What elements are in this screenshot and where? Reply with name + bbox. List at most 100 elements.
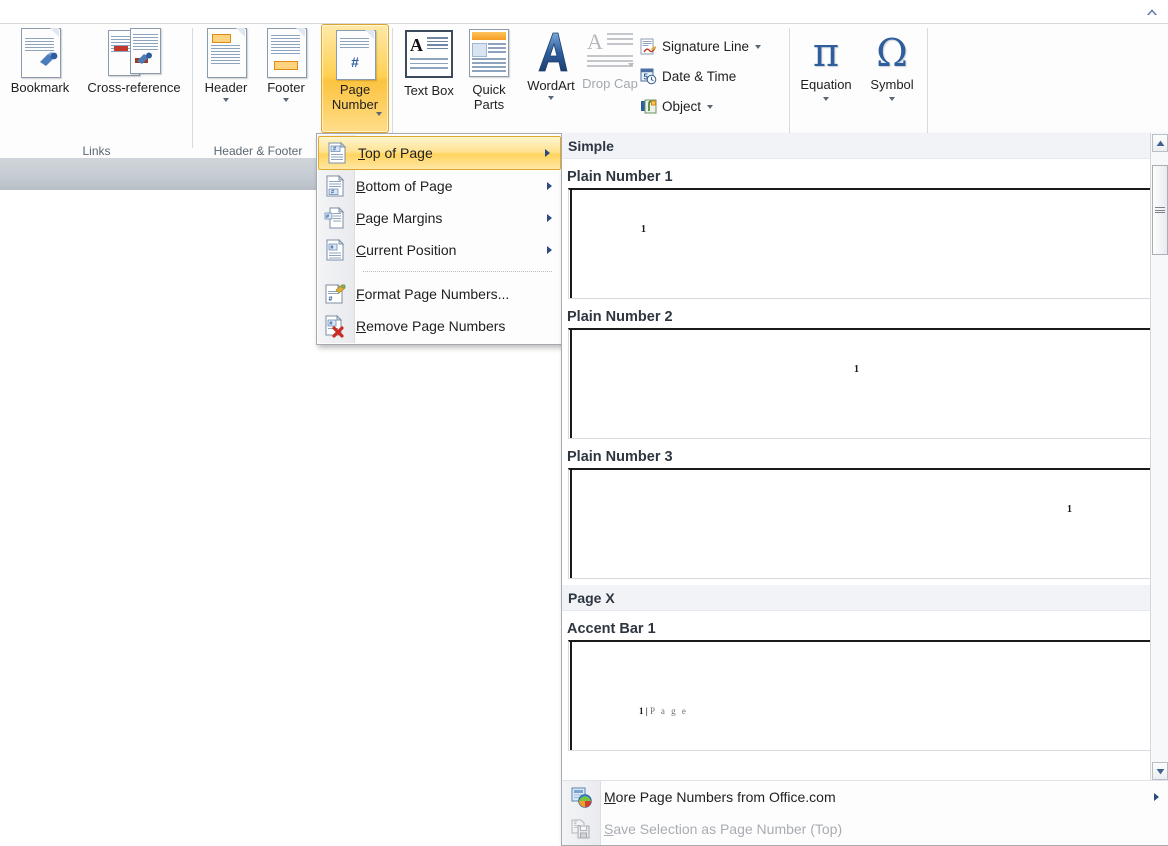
thumb-left-edge <box>570 330 572 438</box>
bookmark-icon <box>21 28 61 78</box>
label-rest: age Margins <box>365 210 443 226</box>
chevron-down-icon[interactable] <box>755 44 762 49</box>
header-button-label: Header <box>204 80 248 95</box>
gallery-item-plain-number-3[interactable]: 1 <box>568 468 1164 579</box>
svg-text:#: # <box>330 245 333 251</box>
drop-cap-button-label: Drop Cap <box>582 76 638 91</box>
label-rest: ormat Page Numbers... <box>364 286 510 302</box>
text-box-button-label: Text Box <box>404 83 454 98</box>
header-button[interactable]: Header <box>196 24 256 102</box>
drop-cap-button[interactable]: A Drop Cap <box>582 24 638 92</box>
chevron-down-icon[interactable] <box>548 96 554 100</box>
gallery-entry-name: Plain Number 3 <box>567 449 673 465</box>
svg-text:#: # <box>326 214 329 220</box>
thumb-left-edge <box>570 470 572 578</box>
menu-item-remove-page-numbers-label: Remove Page Numbers <box>356 318 506 334</box>
chevron-down-icon[interactable] <box>283 98 289 102</box>
date-time-command[interactable]: 5 Date & Time <box>640 68 736 85</box>
svg-text:#: # <box>329 321 332 327</box>
menu-item-top-of-page[interactable]: # Top of Page <box>318 136 561 170</box>
object-icon <box>640 98 657 115</box>
footer-icon <box>267 28 307 78</box>
page-number-bottom-icon: # <box>323 174 347 198</box>
office-online-icon <box>570 786 592 808</box>
ribbon-group-links: Bookmark Cross-reference Links <box>0 24 193 158</box>
label-rest: urrent Position <box>366 242 457 258</box>
chevron-down-icon[interactable] <box>823 97 829 101</box>
gallery-entry-name: Plain Number 1 <box>567 169 673 185</box>
menu-item-format-page-numbers[interactable]: # Format Page Numbers... <box>317 278 562 310</box>
label-rest: ave Selection as Page Number (Top) <box>613 821 843 837</box>
submenu-arrow-icon <box>547 182 552 190</box>
scroll-thumb-grip-icon <box>1155 206 1165 215</box>
menu-item-top-of-page-label: Top of Page <box>358 145 433 161</box>
ribbon-top-strip <box>0 0 1168 24</box>
gallery-item-plain-number-2[interactable]: 1 <box>568 328 1164 439</box>
menu-item-current-position[interactable]: # Current Position <box>317 234 562 266</box>
gallery-command-more-page-numbers-label: More Page Numbers from Office.com <box>604 789 836 805</box>
gallery-scrollbar[interactable] <box>1150 133 1168 781</box>
scroll-up-arrow-icon[interactable] <box>1152 134 1168 152</box>
page-number-gallery: Simple Plain Number 1 1 Plain Number 2 1… <box>561 133 1168 846</box>
gallery-item-accent-bar-1[interactable]: 1 | P a g e <box>568 640 1164 751</box>
scroll-thumb[interactable] <box>1152 165 1168 255</box>
ribbon-group-header-footer: Header Footer Header & Footer <box>196 24 320 158</box>
wordart-button[interactable]: WordArt <box>520 24 582 100</box>
symbol-button[interactable]: Ω Symbol <box>860 24 924 101</box>
bookmark-button[interactable]: Bookmark <box>4 24 76 95</box>
gallery-entry-name: Plain Number 2 <box>567 309 673 325</box>
thumb-page-number: 1 <box>854 364 859 375</box>
chevron-down-icon[interactable] <box>376 112 382 116</box>
gallery-command-more-page-numbers[interactable]: More Page Numbers from Office.com <box>562 781 1168 813</box>
page-number-icon: # <box>336 30 376 80</box>
gallery-section-header: Page X <box>562 585 1168 611</box>
quick-parts-button[interactable]: Quick Parts <box>458 24 520 112</box>
thumb-accent-bar-text: 1 | P a g e <box>639 706 688 716</box>
gallery-commands: More Page Numbers from Office.com # Save… <box>562 780 1168 845</box>
group-separator <box>392 28 393 148</box>
gallery-item-plain-number-1[interactable]: 1 <box>568 188 1164 299</box>
chevron-down-icon[interactable] <box>707 104 714 109</box>
scroll-down-arrow-icon[interactable] <box>1152 762 1168 780</box>
page-number-button[interactable]: # Page Number <box>321 24 389 133</box>
menu-item-remove-page-numbers[interactable]: # Remove Page Numbers <box>317 310 562 342</box>
date-time-icon: 5 <box>640 68 657 85</box>
text-box-button[interactable]: A Text Box <box>400 24 458 98</box>
symbol-omega-icon: Ω <box>876 31 908 75</box>
drop-cap-icon: A <box>587 31 633 73</box>
menu-item-page-margins-label: Page Margins <box>356 210 443 226</box>
equation-button-label: Equation <box>800 77 852 92</box>
object-command[interactable]: Object <box>640 98 714 115</box>
text-box-icon: A <box>405 30 453 78</box>
quick-parts-icon <box>469 29 509 77</box>
thumb-page-number: 1 <box>639 706 644 716</box>
label-rest: emove Page Numbers <box>366 318 506 334</box>
gallery-command-save-selection-label: Save Selection as Page Number (Top) <box>604 821 843 837</box>
menu-item-page-margins[interactable]: # Page Margins <box>317 202 562 234</box>
menu-item-current-position-label: Current Position <box>356 242 457 258</box>
gallery-command-save-selection[interactable]: # Save Selection as Page Number (Top) <box>562 813 1168 845</box>
thumb-page-number: 1 <box>641 224 646 235</box>
group-separator <box>192 28 193 148</box>
submenu-arrow-icon <box>547 246 552 254</box>
svg-text:#: # <box>574 821 577 827</box>
signature-line-command[interactable]: Signature Line <box>640 38 762 55</box>
footer-button[interactable]: Footer <box>256 24 316 102</box>
page-number-dropdown-menu: # Top of Page # Bottom of Page # Page Ma… <box>316 133 563 345</box>
page-number-top-icon: # <box>325 141 349 165</box>
cross-reference-button[interactable]: Cross-reference <box>78 24 190 95</box>
chevron-up-icon[interactable] <box>1142 3 1162 21</box>
menu-item-bottom-of-page[interactable]: # Bottom of Page <box>317 170 562 202</box>
thumb-accent-bar: 1 | P a g e <box>639 702 1097 717</box>
symbol-button-label: Symbol <box>870 77 914 92</box>
chevron-down-icon[interactable] <box>223 98 229 102</box>
equation-button[interactable]: π Equation <box>792 24 860 101</box>
chevron-down-icon[interactable] <box>889 97 895 101</box>
menu-item-format-page-numbers-label: Format Page Numbers... <box>356 286 510 302</box>
chevron-down-icon[interactable] <box>628 63 634 67</box>
submenu-arrow-icon <box>545 149 550 157</box>
object-label: Object <box>662 99 702 114</box>
save-selection-icon: # <box>570 818 592 840</box>
svg-text:#: # <box>331 190 334 196</box>
label-rest: ore Page Numbers from Office.com <box>615 789 836 805</box>
